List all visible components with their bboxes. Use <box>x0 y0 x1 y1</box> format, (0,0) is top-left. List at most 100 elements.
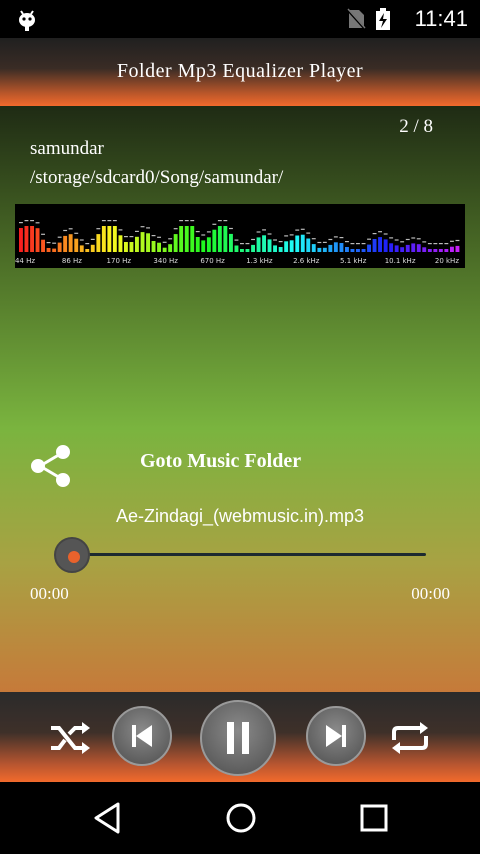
spectrum-bar <box>378 237 382 252</box>
spectrum-bar <box>234 245 239 252</box>
spectrum-peak <box>278 241 283 243</box>
seek-bar-track[interactable] <box>72 553 426 556</box>
share-button[interactable] <box>28 444 74 488</box>
spectrum-peak <box>118 229 123 231</box>
spectrum-bar <box>345 247 349 252</box>
spectrum-bar <box>229 233 233 252</box>
spectrum-peak <box>173 228 178 230</box>
spectrum-peak <box>416 238 421 240</box>
spectrum-bar <box>394 245 399 252</box>
spectrum-bar <box>450 246 454 252</box>
player-main: 2 / 8 samundar /storage/sdcard0/Song/sam… <box>0 106 480 692</box>
spectrum-bar <box>433 249 438 252</box>
spectrum-peak <box>240 243 244 245</box>
spectrum-peak <box>300 228 305 230</box>
status-time: 11:41 <box>414 6 468 31</box>
spectrum-peak <box>367 238 371 240</box>
spectrum-bar <box>46 248 51 252</box>
status-bar: 11:41 <box>0 0 480 38</box>
spectrum-bar <box>151 241 156 252</box>
total-time: 00:00 <box>411 584 450 603</box>
android-notification-icon <box>16 8 38 36</box>
spectrum-bar <box>101 226 106 252</box>
spectrum-bar <box>96 234 101 252</box>
shuffle-button[interactable] <box>48 720 92 756</box>
spectrum-bar <box>245 249 250 252</box>
spectrum-bar <box>135 236 139 252</box>
spectrum-peak <box>256 231 261 233</box>
spectrum-bar <box>350 249 355 252</box>
spectrum-bar <box>30 226 34 252</box>
spectrum-bar <box>129 242 134 252</box>
spectrum-peak <box>85 243 90 245</box>
spectrum-peak <box>422 241 427 243</box>
frequency-label: 5.1 kHz <box>340 257 367 265</box>
goto-music-folder-button[interactable]: Goto Music Folder <box>140 450 301 473</box>
spectrum-bar <box>107 226 112 252</box>
spectrum-bar <box>74 238 79 252</box>
next-button[interactable] <box>306 706 366 766</box>
spectrum-peak <box>46 242 51 244</box>
spectrum-peak <box>63 229 68 232</box>
skip-next-icon <box>326 725 346 747</box>
seek-bar-thumb[interactable] <box>54 537 90 573</box>
spectrum-peak <box>400 241 405 243</box>
spectrum-bar <box>400 247 405 252</box>
spectrum-peak <box>394 239 399 241</box>
nav-recents-button[interactable] <box>358 800 390 840</box>
nav-back-button[interactable] <box>92 800 124 840</box>
spectrum-bar <box>52 248 57 252</box>
spectrum-bar <box>173 234 178 252</box>
frequency-label: 44 Hz <box>15 257 35 265</box>
spectrum-bar <box>124 242 128 252</box>
spectrum-peak <box>179 220 184 222</box>
spectrum-peak <box>223 220 228 222</box>
home-icon <box>226 803 256 833</box>
spectrum-peak <box>383 233 388 235</box>
track-counter: 2 / 8 <box>399 116 433 137</box>
spectrum-bar <box>278 247 283 252</box>
spectrum-peak <box>140 226 145 228</box>
spectrum-peak <box>107 220 112 222</box>
spectrum-peak <box>30 220 34 222</box>
spectrum-peak <box>311 238 316 240</box>
spectrum-bar <box>262 235 266 252</box>
app-header: Folder Mp3 Equalizer Player <box>0 38 480 106</box>
spectrum-peak <box>41 233 45 235</box>
spectrum-bar <box>63 235 68 252</box>
spectrum-peak <box>411 237 416 239</box>
playback-controls <box>0 692 480 782</box>
spectrum-bar <box>146 233 150 252</box>
spectrum-peak <box>455 239 460 242</box>
spectrum-bar <box>217 226 222 252</box>
spectrum-bar <box>295 235 300 252</box>
spectrum-bar <box>444 249 449 252</box>
spectrum-peak <box>234 239 239 241</box>
spectrum-peak <box>245 243 250 245</box>
spectrum-peak <box>306 232 311 234</box>
app-title: Folder Mp3 Equalizer Player <box>116 60 364 82</box>
spectrum-bar <box>190 226 195 252</box>
spectrum-peak <box>450 240 454 242</box>
spectrum-bar <box>300 234 305 252</box>
spectrum-peak <box>52 242 57 244</box>
frequency-label: 86 Hz <box>62 257 82 265</box>
previous-button[interactable] <box>112 706 172 766</box>
repeat-button[interactable] <box>388 720 432 756</box>
nav-home-button[interactable] <box>224 800 258 840</box>
spectrum-peak <box>328 238 333 241</box>
spectrum-peak <box>267 233 272 235</box>
spectrum-peak <box>146 227 150 229</box>
spectrum-peak <box>74 232 79 234</box>
spectrum-peak <box>57 236 62 238</box>
spectrum-peak <box>112 220 117 222</box>
spectrum-peak <box>345 241 349 243</box>
spectrum-bar <box>405 244 410 252</box>
spectrum-bar <box>85 249 90 252</box>
spectrum-peak <box>201 234 206 236</box>
spectrum-bar <box>356 249 360 252</box>
spectrum-bar <box>251 244 255 252</box>
spectrum-peak <box>262 229 266 231</box>
pause-button[interactable] <box>200 700 276 776</box>
spectrum-bar <box>90 244 95 252</box>
